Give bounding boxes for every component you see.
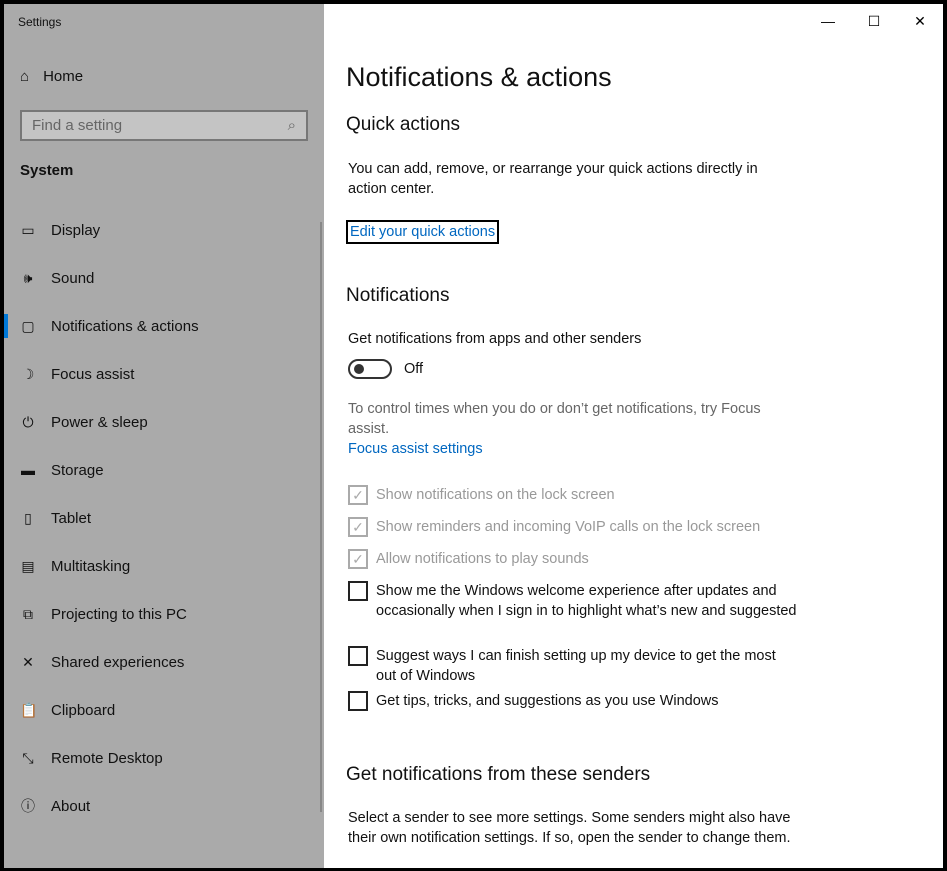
nav-icon: ⧉ <box>23 605 33 622</box>
home-icon: ⌂ <box>20 68 30 85</box>
sidebar-item-label: Clipboard <box>51 701 116 719</box>
nav-icon: 📋 <box>20 701 38 718</box>
checkbox-item: ✓ Allow notifications to play sounds <box>348 549 798 569</box>
quick-actions-heading: Quick actions <box>346 114 461 135</box>
minimize-button[interactable]: — <box>805 4 851 38</box>
checkbox-item[interactable]: Suggest ways I can finish setting up my … <box>348 646 798 686</box>
focus-assist-link[interactable]: Focus assist settings <box>348 439 483 459</box>
quick-actions-desc: You can add, remove, or rearrange your q… <box>348 161 758 197</box>
close-button[interactable]: ✕ <box>897 4 943 38</box>
checkbox: ✓ <box>348 549 368 569</box>
home-label: Home <box>43 68 84 85</box>
sidebar-item-about[interactable]: ⓘ About <box>4 782 324 830</box>
nav-icon: ⓘ <box>21 798 35 814</box>
sidebar-item-label: Multitasking <box>51 557 131 575</box>
window-controls: — ☐ ✕ <box>805 4 943 38</box>
sidebar-item-label: Sound <box>51 269 95 287</box>
sidebar-item-shared-experiences[interactable]: ✕ Shared experiences <box>4 638 324 686</box>
checkbox-label: Show notifications on the lock screen <box>376 487 615 503</box>
checkbox[interactable] <box>348 691 368 711</box>
sidebar-item-sound[interactable]: 🕪 Sound <box>4 254 324 302</box>
checkbox: ✓ <box>348 485 368 505</box>
checkbox-item: ✓ Show notifications on the lock screen <box>348 485 798 505</box>
checkbox[interactable] <box>348 581 368 601</box>
checkbox-label: Allow notifications to play sounds <box>376 551 589 567</box>
sidebar-item-tablet[interactable]: ▯ Tablet <box>4 494 324 542</box>
sidebar: Settings ⌂ Home Find a setting ⌕ System ▭ D… <box>4 4 324 868</box>
sidebar-item-label: Storage <box>51 461 104 479</box>
maximize-button[interactable]: ☐ <box>851 4 897 38</box>
sidebar-item-label: Focus assist <box>51 365 135 383</box>
section-heading: System <box>20 162 74 179</box>
notifications-heading: Notifications <box>346 285 450 306</box>
nav-icon: ▭ <box>21 221 35 238</box>
checkbox-label: Show reminders and incoming VoIP calls o… <box>376 519 761 535</box>
page-title: Notifications & actions <box>346 62 612 92</box>
nav-icon: ✕ <box>22 653 34 670</box>
sidebar-item-focus-assist[interactable]: ☽ Focus assist <box>4 350 324 398</box>
nav-list: ▭ Display 🕪 Sound ▢ Notifications & actions ☽ F… <box>4 206 324 830</box>
sidebar-item-display[interactable]: ▭ Display <box>4 206 324 254</box>
sidebar-item-label: About <box>51 797 91 815</box>
sidebar-item-notifications-actions[interactable]: ▢ Notifications & actions <box>4 302 324 350</box>
nav-icon: ☽ <box>21 365 35 382</box>
notifications-toggle[interactable] <box>348 359 392 379</box>
sidebar-item-remote-desktop[interactable]: ⤡ Remote Desktop <box>4 734 324 782</box>
home-link[interactable]: ⌂ Home <box>20 68 83 85</box>
sidebar-item-label: Notifications & actions <box>51 317 199 335</box>
senders-heading: Get notifications from these senders <box>346 764 651 785</box>
nav-icon: ▢ <box>21 317 35 334</box>
nav-icon: 🕪 <box>23 269 33 286</box>
sidebar-item-label: Display <box>51 221 101 239</box>
checkbox-item[interactable]: Get tips, tricks, and suggestions as you… <box>348 691 798 711</box>
sidebar-item-label: Remote Desktop <box>51 749 163 767</box>
search-input[interactable]: Find a setting ⌕ <box>20 110 308 141</box>
sidebar-item-label: Power & sleep <box>51 413 148 431</box>
checkbox-label: Show me the Windows welcome experience a… <box>376 583 797 619</box>
sidebar-item-multitasking[interactable]: ▤ Multitasking <box>4 542 324 590</box>
sidebar-item-clipboard[interactable]: 📋 Clipboard <box>4 686 324 734</box>
nav-icon: ⏻ <box>22 413 34 430</box>
sidebar-item-power-sleep[interactable]: ⏻ Power & sleep <box>4 398 324 446</box>
sidebar-item-label: Tablet <box>51 509 92 527</box>
senders-desc: Select a sender to see more settings. So… <box>348 810 791 846</box>
nav-icon: ▯ <box>24 509 32 526</box>
search-icon: ⌕ <box>287 117 296 134</box>
sidebar-item-projecting-to-this-pc[interactable]: ⧉ Projecting to this PC <box>4 590 324 638</box>
sidebar-item-label: Shared experiences <box>51 653 185 671</box>
sidebar-item-storage[interactable]: ▬ Storage <box>4 446 324 494</box>
nav-icon: ▬ <box>21 462 35 478</box>
focus-desc: To control times when you do or don’t ge… <box>348 401 761 437</box>
toggle-label: Get notifications from apps and other se… <box>348 331 642 347</box>
sidebar-item-label: Projecting to this PC <box>51 605 187 623</box>
edit-quick-actions-link[interactable]: Edit your quick actions <box>346 220 500 244</box>
checkbox-label: Get tips, tricks, and suggestions as you… <box>376 693 719 709</box>
sidebar-scrollbar[interactable] <box>320 222 322 812</box>
search-placeholder: Find a setting <box>32 117 123 134</box>
app-title: Settings <box>18 15 62 29</box>
toggle-state: Off <box>404 361 424 377</box>
checkbox[interactable] <box>348 646 368 666</box>
checkbox-item[interactable]: Show me the Windows welcome experience a… <box>348 581 798 621</box>
nav-icon: ⤡ <box>22 749 34 766</box>
checkbox-label: Suggest ways I can finish setting up my … <box>376 648 776 684</box>
checkbox-item: ✓ Show reminders and incoming VoIP calls … <box>348 517 798 537</box>
nav-icon: ▤ <box>21 557 35 574</box>
checkbox: ✓ <box>348 517 368 537</box>
settings-window: Settings ⌂ Home Find a setting ⌕ System ▭ D… <box>4 4 943 868</box>
